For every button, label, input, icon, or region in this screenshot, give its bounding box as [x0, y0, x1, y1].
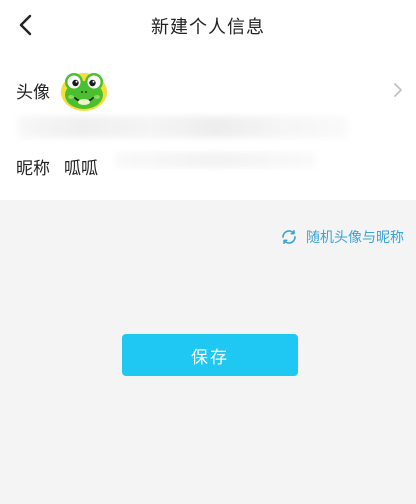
frog-avatar-icon	[61, 73, 107, 111]
avatar-label: 头像	[16, 83, 50, 103]
nav-bar: 新建个人信息	[0, 0, 416, 52]
chevron-right-icon	[394, 83, 402, 97]
avatar-row[interactable]: 头像	[0, 62, 416, 118]
obscured-region	[18, 116, 348, 138]
nickname-value[interactable]: 呱呱	[64, 154, 98, 179]
nickname-label: 昵称	[16, 159, 50, 179]
save-button[interactable]: 保存	[122, 334, 298, 376]
page-title: 新建个人信息	[151, 17, 265, 38]
random-avatar-nickname-link[interactable]: 随机头像与昵称	[280, 226, 404, 248]
refresh-icon	[282, 229, 296, 245]
obscured-region	[115, 152, 315, 168]
random-avatar-nickname-label: 随机头像与昵称	[306, 230, 404, 246]
